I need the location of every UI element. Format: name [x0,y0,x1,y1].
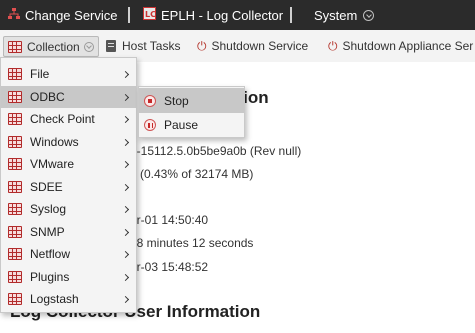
change-service-label: Change Service [25,7,118,23]
svg-text:LC: LC [145,10,156,19]
stop-icon [144,94,156,107]
chevron-right-icon [121,159,130,169]
collection-type-icon [8,180,22,193]
menu-item-windows[interactable]: Windows [1,131,136,154]
chevron-right-icon [121,272,130,282]
menu-item-label: SNMP [30,224,65,239]
shutdown-service-label: Shutdown Service [211,39,309,53]
chevron-right-icon [121,182,130,192]
menu-item-label: Check Point [30,112,95,127]
collection-type-icon [8,135,22,148]
menu-item-label: VMware [30,157,75,172]
menu-item-label: Plugins [30,269,70,284]
menu-item-vmware[interactable]: VMware [1,153,136,176]
chevron-right-icon [121,294,130,304]
chevron-down-icon [363,9,375,21]
host-icon [106,40,116,52]
menu-item-label: Netflow [30,247,71,262]
collection-type-icon [8,248,22,261]
menu-item-plugins[interactable]: Plugins [1,266,136,289]
collection-type-icon [8,68,22,81]
info-value: 58 minutes 12 seconds [130,236,254,250]
menu-item-check-point[interactable]: Check Point [1,108,136,131]
chevron-right-icon [121,69,130,79]
chevron-right-icon [121,137,130,147]
collection-type-icon [8,158,22,171]
shutdown-appliance-label: Shutdown Appliance Ser [342,39,474,53]
info-value: 0-15112.5.0b5be9a0b (Rev null) [130,144,302,158]
odbc-submenu: Stop Pause [138,86,245,138]
menu-item-logstash[interactable]: Logstash [1,288,136,311]
menu-item-label: Logstash [30,292,79,307]
service-selector[interactable]: LC EPLH - Log Collector [143,0,283,30]
collection-type-icon [8,225,22,238]
power-icon: ⏻ [197,38,207,53]
menu-item-label: SDEE [30,179,63,194]
menu-item-netflow[interactable]: Netflow [1,243,136,266]
system-menu[interactable]: System [314,0,375,30]
menu-item-snmp[interactable]: SNMP [1,221,136,244]
chevron-right-icon [121,204,130,214]
menu-item-label: File [30,67,50,82]
system-label: System [314,7,358,23]
shutdown-appliance-button[interactable]: ⏻ Shutdown Appliance Ser [328,30,473,62]
chevron-right-icon [121,227,130,237]
info-value: pr-01 14:50:40 [130,213,209,227]
collection-type-icon [8,113,22,126]
host-tasks-label: Host Tasks [122,39,181,53]
power-icon: ⏻ [328,38,338,53]
top-bar: Change Service LC EPLH - Log Collector S… [0,0,475,30]
log-collector-icon: LC [143,7,156,23]
info-value: 3 (0.43% of 32174 MB) [130,167,254,181]
collection-icon [8,40,22,53]
menu-item-label: Windows [30,134,79,149]
info-value: pr-03 15:48:52 [130,260,209,274]
collection-menu: File ODBC Check Point Windows VMware SDE… [0,57,137,313]
pause-icon [144,118,156,131]
collection-label: Collection [27,39,80,54]
menu-item-syslog[interactable]: Syslog [1,198,136,221]
chevron-right-icon [121,92,130,102]
menu-item-file[interactable]: File [1,63,136,86]
shutdown-service-button[interactable]: ⏻ Shutdown Service [197,30,308,62]
menu-item-label: Syslog [30,202,67,217]
collection-type-icon [8,293,22,306]
chevron-down-icon [83,41,94,52]
collection-button[interactable]: Collection [3,36,99,57]
submenu-item-stop[interactable]: Stop [139,88,244,113]
hierarchy-icon [8,7,20,23]
chevron-right-icon [121,114,130,124]
service-name-label: EPLH - Log Collector [161,7,284,23]
change-service-button[interactable]: Change Service [8,0,118,30]
topbar-divider [290,7,292,23]
menu-item-sdee[interactable]: SDEE [1,176,136,199]
collection-type-icon [8,270,22,283]
topbar-divider [128,7,130,23]
collection-type-icon [8,203,22,216]
submenu-item-label: Stop [164,93,189,108]
menu-item-odbc[interactable]: ODBC [1,85,136,108]
submenu-item-pause[interactable]: Pause [139,112,244,137]
menu-item-label: ODBC [30,89,65,104]
submenu-item-label: Pause [164,117,199,132]
chevron-right-icon [121,249,130,259]
collection-type-icon [8,90,22,103]
